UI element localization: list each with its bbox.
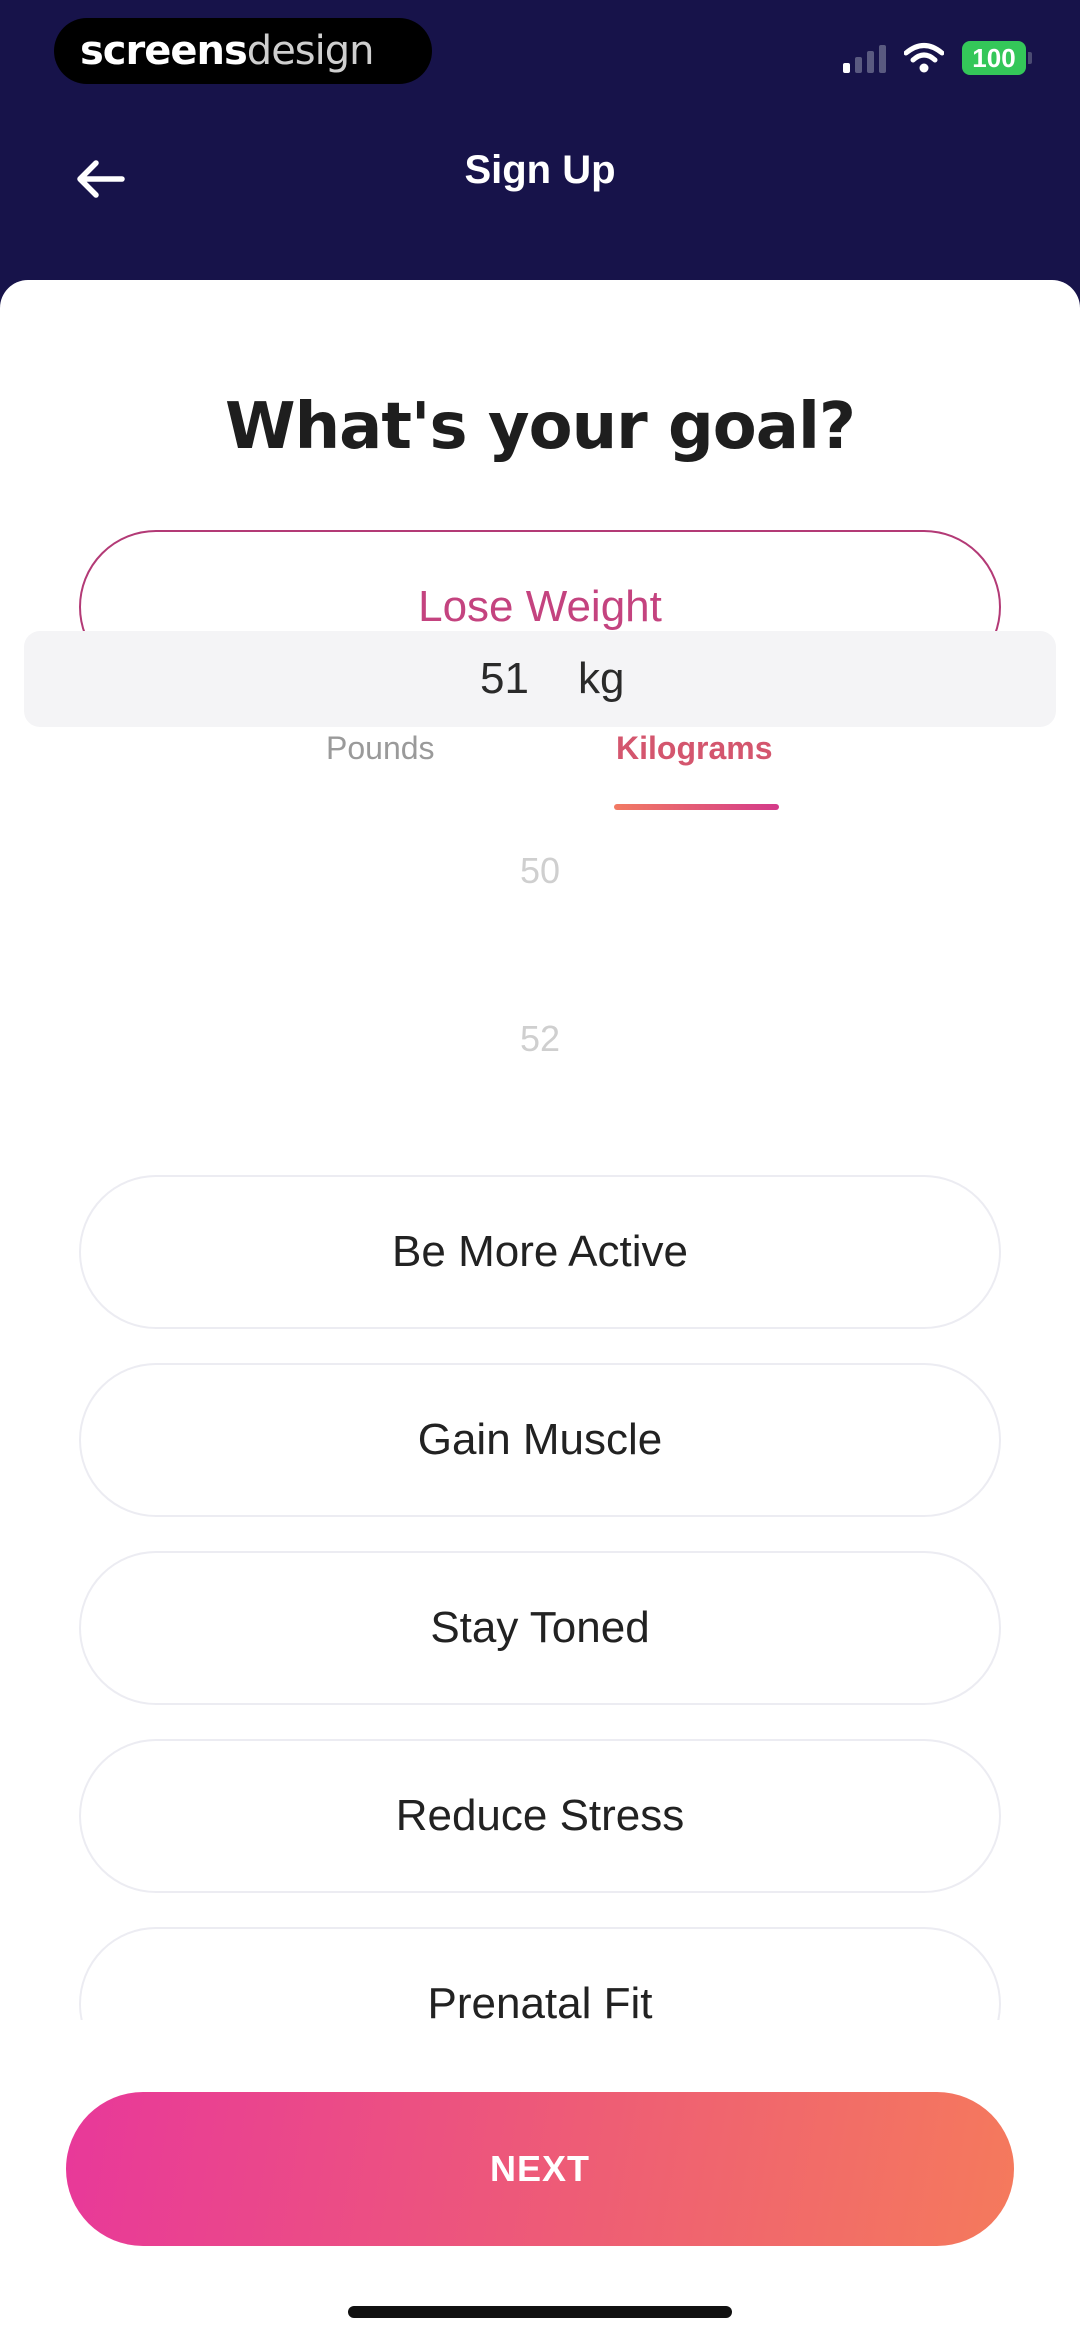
- goal-option-reduce-stress[interactable]: Reduce Stress: [79, 1739, 1001, 1893]
- content-sheet: What's your goal? Lose Weight Pounds Kil…: [0, 280, 1080, 2336]
- question-heading: What's your goal?: [224, 390, 856, 464]
- status-bar: screensdesign 100: [0, 0, 1080, 110]
- brand-watermark: screensdesign: [54, 18, 432, 84]
- battery-icon: 100: [962, 41, 1032, 75]
- brand-text-bold: screens: [80, 28, 248, 74]
- active-tab-indicator: [614, 804, 779, 810]
- cellular-signal-icon: [843, 43, 886, 73]
- page-title: Sign Up: [464, 148, 616, 192]
- status-icons: 100: [843, 36, 1032, 80]
- wifi-icon: [904, 43, 944, 73]
- picker-selection-highlight: [24, 631, 1056, 727]
- nav-bar: Sign Up: [0, 110, 1080, 280]
- next-button[interactable]: NEXT: [66, 2092, 1014, 2246]
- picker-unit-label: kg: [578, 654, 625, 703]
- picker-value-next[interactable]: 52: [0, 1018, 1080, 1060]
- goal-option-stay-toned[interactable]: Stay Toned: [79, 1551, 1001, 1705]
- goal-options-list[interactable]: Be More Active Gain Muscle Stay Toned Re…: [79, 1175, 1001, 2020]
- unit-tabs: Pounds Kilograms: [0, 730, 1080, 820]
- brand-text-light: design: [246, 28, 375, 74]
- picker-value-previous[interactable]: 50: [0, 850, 1080, 892]
- goal-option-gain-muscle[interactable]: Gain Muscle: [79, 1363, 1001, 1517]
- tab-pounds[interactable]: Pounds: [326, 730, 435, 767]
- tab-kilograms[interactable]: Kilograms: [616, 730, 772, 767]
- goal-option-be-more-active[interactable]: Be More Active: [79, 1175, 1001, 1329]
- goal-option-prenatal-fit[interactable]: Prenatal Fit: [79, 1927, 1001, 2020]
- home-indicator: [348, 2306, 732, 2318]
- picker-value-current[interactable]: 51: [480, 654, 529, 704]
